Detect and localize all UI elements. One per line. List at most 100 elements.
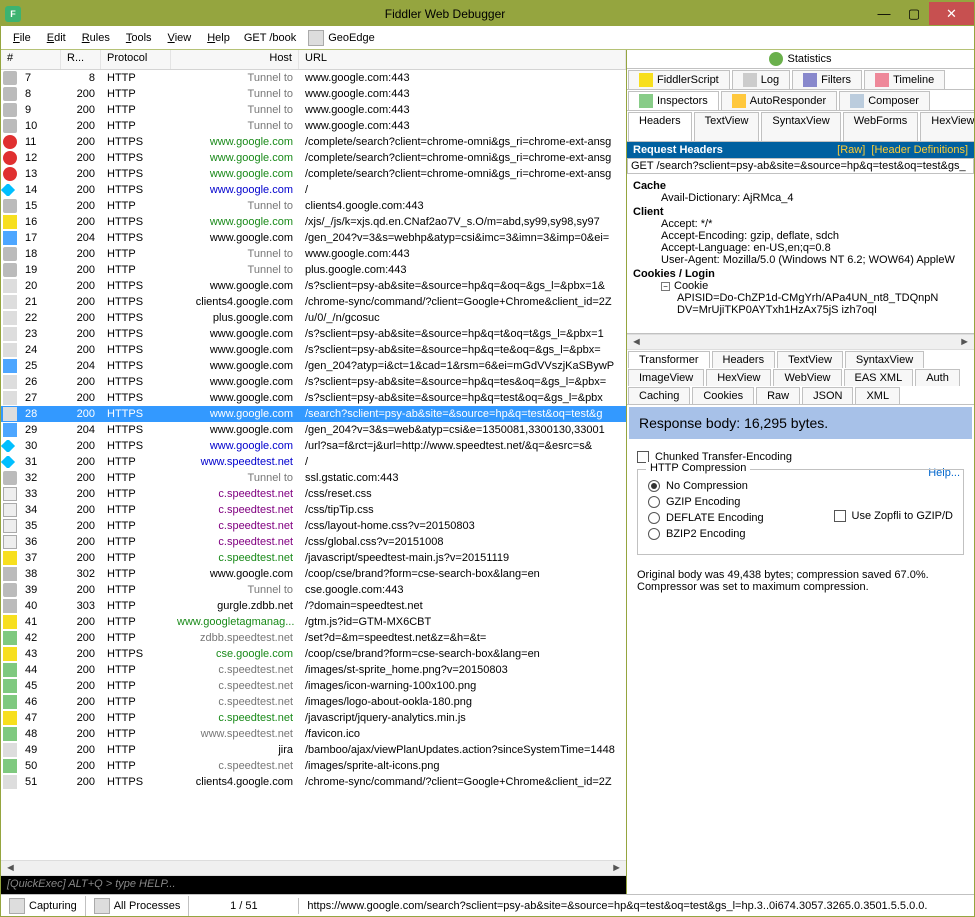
col-result[interactable]: R... bbox=[61, 50, 101, 69]
session-row[interactable]: 44200HTTPc.speedtest.net/images/st-sprit… bbox=[1, 662, 626, 678]
get-book-button[interactable]: GET /book bbox=[238, 30, 302, 46]
col-host[interactable]: Host bbox=[171, 50, 299, 69]
tab-fiddlerscript[interactable]: FiddlerScript bbox=[628, 70, 730, 89]
session-row[interactable]: 33200HTTPc.speedtest.net/css/reset.css bbox=[1, 486, 626, 502]
session-row[interactable]: 35200HTTPc.speedtest.net/css/layout-home… bbox=[1, 518, 626, 534]
session-row[interactable]: 78HTTPTunnel towww.google.com:443 bbox=[1, 70, 626, 86]
cookie-apisid[interactable]: APISID=Do-ChZP1d-CMgYrh/APa4UN_nt8_TDQnp… bbox=[633, 292, 968, 304]
resptab-textview[interactable]: TextView bbox=[777, 351, 843, 368]
reqtab-syntaxview[interactable]: SyntaxView bbox=[761, 112, 840, 141]
headers-tree[interactable]: Cache Avail-Dictionary: AjRMca_4 Client … bbox=[627, 174, 974, 334]
session-row[interactable]: 10200HTTPTunnel towww.google.com:443 bbox=[1, 118, 626, 134]
reqtab-hexview[interactable]: HexView bbox=[920, 112, 974, 141]
session-row[interactable]: 20200HTTPSwww.google.com/s?sclient=psy-a… bbox=[1, 278, 626, 294]
radio-no-compression[interactable] bbox=[648, 480, 660, 492]
statistics-tab[interactable]: Statistics bbox=[627, 50, 974, 69]
session-row[interactable]: 22200HTTPSplus.google.com/u/0/_/n/gcosuc bbox=[1, 310, 626, 326]
session-row[interactable]: 50200HTTPc.speedtest.net/images/sprite-a… bbox=[1, 758, 626, 774]
session-row[interactable]: 37200HTTPc.speedtest.net/javascript/spee… bbox=[1, 550, 626, 566]
resptab-json[interactable]: JSON bbox=[802, 387, 853, 404]
radio-deflate-encoding[interactable] bbox=[648, 512, 660, 524]
reqtab-headers[interactable]: Headers bbox=[628, 112, 692, 141]
session-row[interactable]: 23200HTTPSwww.google.com/s?sclient=psy-a… bbox=[1, 326, 626, 342]
session-row[interactable]: 31200HTTPwww.speedtest.net/ bbox=[1, 454, 626, 470]
session-row[interactable]: 40303HTTPgurgle.zdbb.net/?domain=speedte… bbox=[1, 598, 626, 614]
session-row[interactable]: 48200HTTPwww.speedtest.net/favicon.ico bbox=[1, 726, 626, 742]
reqtab-webforms[interactable]: WebForms bbox=[843, 112, 919, 141]
session-row[interactable]: 34200HTTPc.speedtest.net/css/tipTip.css bbox=[1, 502, 626, 518]
hdr-accept[interactable]: Accept: */* bbox=[633, 218, 968, 230]
col-number[interactable]: # bbox=[1, 50, 61, 69]
menu-file[interactable]: File bbox=[5, 30, 39, 46]
session-row[interactable]: 46200HTTPc.speedtest.net/images/logo-abo… bbox=[1, 694, 626, 710]
tab-composer[interactable]: Composer bbox=[839, 91, 930, 110]
tab-autoresponder[interactable]: AutoResponder bbox=[721, 91, 837, 110]
resptab-cookies[interactable]: Cookies bbox=[692, 387, 754, 404]
status-processes[interactable]: All Processes bbox=[86, 896, 190, 916]
tab-inspectors[interactable]: Inspectors bbox=[628, 91, 719, 110]
session-row[interactable]: 16200HTTPSwww.google.com/xjs/_/js/k=xjs.… bbox=[1, 214, 626, 230]
hdr-accept-language[interactable]: Accept-Language: en-US,en;q=0.8 bbox=[633, 242, 968, 254]
quickexec-bar[interactable]: [QuickExec] ALT+Q > type HELP... bbox=[1, 876, 626, 894]
session-row[interactable]: 15200HTTPTunnel toclients4.google.com:44… bbox=[1, 198, 626, 214]
resptab-transformer[interactable]: Transformer bbox=[628, 351, 710, 368]
resptab-raw[interactable]: Raw bbox=[756, 387, 800, 404]
grid-hscroll[interactable]: ◄► bbox=[1, 860, 626, 876]
session-row[interactable]: 41200HTTPwww.googletagmanag.../gtm.js?id… bbox=[1, 614, 626, 630]
menu-edit[interactable]: Edit bbox=[39, 30, 74, 46]
hdr-cookie[interactable]: −Cookie bbox=[633, 280, 968, 292]
radio-gzip-encoding[interactable] bbox=[648, 496, 660, 508]
session-row[interactable]: 51200HTTPSclients4.google.com/chrome-syn… bbox=[1, 774, 626, 790]
session-row[interactable]: 28200HTTPSwww.google.com/search?sclient=… bbox=[1, 406, 626, 422]
session-row[interactable]: 38302HTTPwww.google.com/coop/cse/brand?f… bbox=[1, 566, 626, 582]
tab-filters[interactable]: Filters bbox=[792, 70, 862, 89]
minimize-button[interactable]: — bbox=[869, 2, 899, 25]
resptab-syntaxview[interactable]: SyntaxView bbox=[845, 351, 924, 368]
session-row[interactable]: 21200HTTPSclients4.google.com/chrome-syn… bbox=[1, 294, 626, 310]
session-row[interactable]: 24200HTTPSwww.google.com/s?sclient=psy-a… bbox=[1, 342, 626, 358]
session-row[interactable]: 39200HTTPTunnel tocse.google.com:443 bbox=[1, 582, 626, 598]
resptab-hexview[interactable]: HexView bbox=[706, 369, 771, 386]
hdr-accept-encoding[interactable]: Accept-Encoding: gzip, deflate, sdch bbox=[633, 230, 968, 242]
session-row[interactable]: 19200HTTPTunnel toplus.google.com:443 bbox=[1, 262, 626, 278]
status-capturing[interactable]: Capturing bbox=[1, 896, 86, 916]
session-row[interactable]: 45200HTTPc.speedtest.net/images/icon-war… bbox=[1, 678, 626, 694]
hdr-user-agent[interactable]: User-Agent: Mozilla/5.0 (Windows NT 6.2;… bbox=[633, 254, 968, 266]
tab-log[interactable]: Log bbox=[732, 70, 790, 89]
resptab-auth[interactable]: Auth bbox=[915, 369, 960, 386]
resptab-xml[interactable]: XML bbox=[855, 387, 900, 404]
menu-tools[interactable]: Tools bbox=[118, 30, 160, 46]
session-row[interactable]: 36200HTTPc.speedtest.net/css/global.css?… bbox=[1, 534, 626, 550]
close-button[interactable]: ✕ bbox=[929, 2, 974, 25]
sessions-grid[interactable]: # R... Protocol Host URL 78HTTPTunnel to… bbox=[1, 50, 626, 860]
session-row[interactable]: 30200HTTPSwww.google.com/url?sa=f&rct=j&… bbox=[1, 438, 626, 454]
reqhdr-defs-link[interactable]: [Header Definitions] bbox=[871, 144, 968, 156]
resptab-headers[interactable]: Headers bbox=[712, 351, 776, 368]
radio-bzip2-encoding[interactable] bbox=[648, 528, 660, 540]
session-row[interactable]: 43200HTTPScse.google.com/coop/cse/brand?… bbox=[1, 646, 626, 662]
resptab-caching[interactable]: Caching bbox=[628, 387, 690, 404]
resptab-easxml[interactable]: EAS XML bbox=[844, 369, 914, 386]
session-row[interactable]: 47200HTTPc.speedtest.net/javascript/jque… bbox=[1, 710, 626, 726]
geoedge-button[interactable]: GeoEdge bbox=[302, 28, 380, 48]
session-row[interactable]: 9200HTTPTunnel towww.google.com:443 bbox=[1, 102, 626, 118]
session-row[interactable]: 13200HTTPSwww.google.com/complete/search… bbox=[1, 166, 626, 182]
session-row[interactable]: 11200HTTPSwww.google.com/complete/search… bbox=[1, 134, 626, 150]
menu-view[interactable]: View bbox=[160, 30, 200, 46]
reqhdr-raw-link[interactable]: [Raw] bbox=[837, 144, 865, 156]
tab-timeline[interactable]: Timeline bbox=[864, 70, 945, 89]
col-url[interactable]: URL bbox=[299, 50, 626, 69]
session-row[interactable]: 29204HTTPSwww.google.com/gen_204?v=3&s=w… bbox=[1, 422, 626, 438]
headers-hscroll[interactable]: ◄► bbox=[627, 334, 974, 350]
col-protocol[interactable]: Protocol bbox=[101, 50, 171, 69]
session-row[interactable]: 25204HTTPSwww.google.com/gen_204?atyp=i&… bbox=[1, 358, 626, 374]
session-row[interactable]: 42200HTTPzdbb.speedtest.net/set?d=&m=spe… bbox=[1, 630, 626, 646]
menu-rules[interactable]: Rules bbox=[74, 30, 118, 46]
session-row[interactable]: 49200HTTPjira/bamboo/ajax/viewPlanUpdate… bbox=[1, 742, 626, 758]
session-row[interactable]: 12200HTTPSwww.google.com/complete/search… bbox=[1, 150, 626, 166]
hdr-avail-dict[interactable]: Avail-Dictionary: AjRMca_4 bbox=[633, 192, 968, 204]
maximize-button[interactable]: ▢ bbox=[899, 2, 929, 25]
session-row[interactable]: 26200HTTPSwww.google.com/s?sclient=psy-a… bbox=[1, 374, 626, 390]
resptab-webview[interactable]: WebView bbox=[773, 369, 841, 386]
zopfli-checkbox[interactable] bbox=[834, 510, 846, 522]
